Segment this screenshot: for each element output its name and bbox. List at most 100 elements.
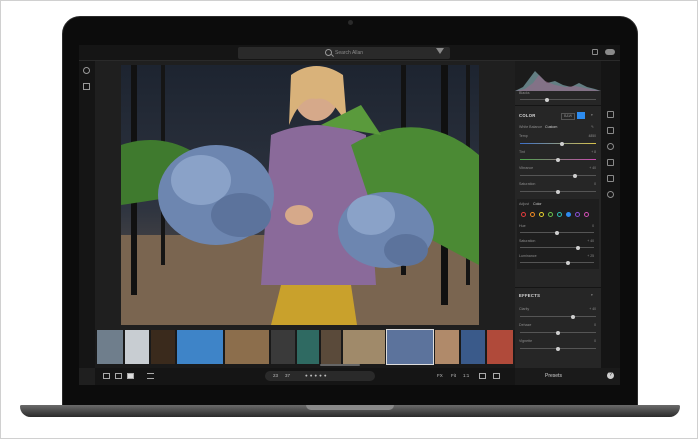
thumbnail[interactable]	[343, 330, 385, 364]
crop-icon[interactable]	[607, 127, 614, 134]
saturation-mix-label: Saturation	[519, 239, 536, 243]
vibrance-value[interactable]: + 40	[589, 166, 596, 171]
filmstrip	[95, 329, 515, 368]
rating-pill: 23 37 ●●●●●	[265, 371, 375, 381]
rating-left: 23	[273, 373, 279, 378]
slider-knob[interactable]	[556, 157, 560, 162]
blacks-slider[interactable]	[520, 97, 596, 102]
thumbnail[interactable]	[297, 330, 319, 364]
vibrance-slider[interactable]	[520, 173, 596, 178]
fit-button[interactable]: Fit	[451, 373, 456, 379]
color-swatch-button[interactable]	[577, 112, 585, 119]
bottom-bar: 23 37 ●●●●● FX Fit 1:1	[95, 368, 515, 385]
color-mixer-dot[interactable]	[521, 212, 526, 217]
thumbnail[interactable]	[97, 330, 123, 364]
slider-knob[interactable]	[556, 189, 560, 194]
hue-slider[interactable]	[520, 230, 594, 235]
thumbnail[interactable]	[487, 330, 513, 364]
radial-icon[interactable]	[607, 191, 614, 198]
dehaze-value[interactable]: 0	[594, 323, 596, 328]
luminance-slider[interactable]	[520, 260, 594, 265]
color-mixer-dot[interactable]	[575, 212, 580, 217]
photo-image	[121, 65, 479, 325]
square-grid-icon[interactable]	[115, 373, 122, 379]
thumbnail[interactable]	[321, 330, 341, 364]
color-mixer-dot[interactable]	[530, 212, 535, 217]
thumbnail[interactable]	[151, 330, 175, 364]
info-icon[interactable]	[493, 373, 500, 379]
slider-knob[interactable]	[566, 260, 571, 265]
vignette-slider[interactable]	[520, 346, 596, 351]
filmstrip-scrollbar[interactable]	[320, 364, 360, 366]
left-toolbar	[79, 61, 95, 368]
presets-button[interactable]: Presets	[545, 373, 562, 379]
clarity-value[interactable]: + 40	[589, 307, 596, 312]
thumbnail-selected[interactable]	[386, 329, 434, 365]
detail-view-icon[interactable]	[127, 373, 134, 379]
hue-value[interactable]: 0	[592, 224, 594, 229]
clarity-label: Clarity	[519, 307, 530, 311]
adjust-select[interactable]: Color	[533, 202, 542, 207]
filter-icon[interactable]	[436, 48, 444, 54]
color-mixer-dot[interactable]	[539, 212, 544, 217]
help-icon[interactable]: ?	[607, 372, 614, 379]
luminance-value[interactable]: + 25	[587, 254, 594, 259]
sliders-icon[interactable]	[607, 111, 614, 118]
slider-knob[interactable]	[572, 173, 577, 178]
saturation-slider[interactable]	[520, 189, 596, 194]
eyedropper-icon[interactable]: ✎	[591, 125, 594, 130]
color-mixer-dot[interactable]	[566, 212, 571, 217]
slider-knob[interactable]	[575, 245, 580, 250]
tint-slider[interactable]	[520, 157, 596, 162]
vignette-value[interactable]: 0	[594, 339, 596, 344]
search-icon	[325, 49, 332, 56]
cloud-icon[interactable]	[605, 49, 615, 55]
thumbnail[interactable]	[435, 330, 459, 364]
slider-knob[interactable]	[555, 230, 559, 235]
thumbnail[interactable]	[271, 330, 295, 364]
star-rating[interactable]: ●●●●●	[305, 373, 329, 379]
slider-knob[interactable]	[544, 97, 549, 102]
color-mixer-dot[interactable]	[557, 212, 562, 217]
gradient-icon[interactable]	[607, 175, 614, 182]
panel-divider	[515, 105, 601, 106]
laptop-notch	[306, 405, 394, 410]
slider-knob[interactable]	[571, 314, 576, 319]
thumbnail[interactable]	[461, 330, 485, 364]
slider-knob[interactable]	[556, 330, 560, 335]
vignette-label: Vignette	[519, 339, 533, 343]
sort-icon[interactable]	[147, 373, 154, 379]
bw-button[interactable]: B&W	[561, 113, 576, 120]
thumbnail[interactable]	[225, 330, 269, 364]
gear-icon[interactable]	[83, 67, 90, 74]
healing-icon[interactable]	[607, 143, 614, 150]
one-to-one-button[interactable]: 1:1	[463, 373, 469, 379]
compare-icon[interactable]	[479, 373, 486, 379]
thumbnail[interactable]	[177, 330, 223, 364]
color-mixer-dot[interactable]	[584, 212, 589, 217]
temp-slider[interactable]	[520, 141, 596, 146]
white-balance-select[interactable]: Custom	[545, 125, 557, 130]
layers-icon[interactable]	[83, 83, 90, 90]
color-mixer-dot[interactable]	[548, 212, 553, 217]
thumbnail[interactable]	[125, 330, 149, 364]
chevron-down-icon[interactable]: ▾	[591, 113, 593, 118]
tint-value[interactable]: + 8	[591, 150, 596, 155]
search-field[interactable]: Search Allan	[238, 47, 450, 59]
grid-view-icon[interactable]	[103, 373, 110, 379]
dehaze-slider[interactable]	[520, 330, 596, 335]
saturation-value[interactable]: 0	[594, 182, 596, 187]
saturation-mix-slider[interactable]	[520, 245, 594, 250]
brush-icon[interactable]	[607, 159, 614, 166]
saturation-mix-value[interactable]: + 40	[587, 239, 594, 244]
lock-icon[interactable]	[592, 49, 598, 55]
clarity-slider[interactable]	[520, 314, 596, 319]
lightroom-window: Search Allan 23 37 ●●●●● FX Fit 1:1 Blac…	[79, 45, 620, 385]
fx-button[interactable]: FX	[437, 373, 443, 379]
temp-value[interactable]: 4850	[588, 134, 596, 139]
search-input[interactable]: Search Allan	[335, 48, 363, 58]
chevron-down-icon[interactable]: ▾	[591, 293, 593, 298]
slider-knob[interactable]	[556, 346, 560, 351]
main-photo[interactable]	[121, 65, 479, 325]
slider-knob[interactable]	[559, 141, 564, 146]
